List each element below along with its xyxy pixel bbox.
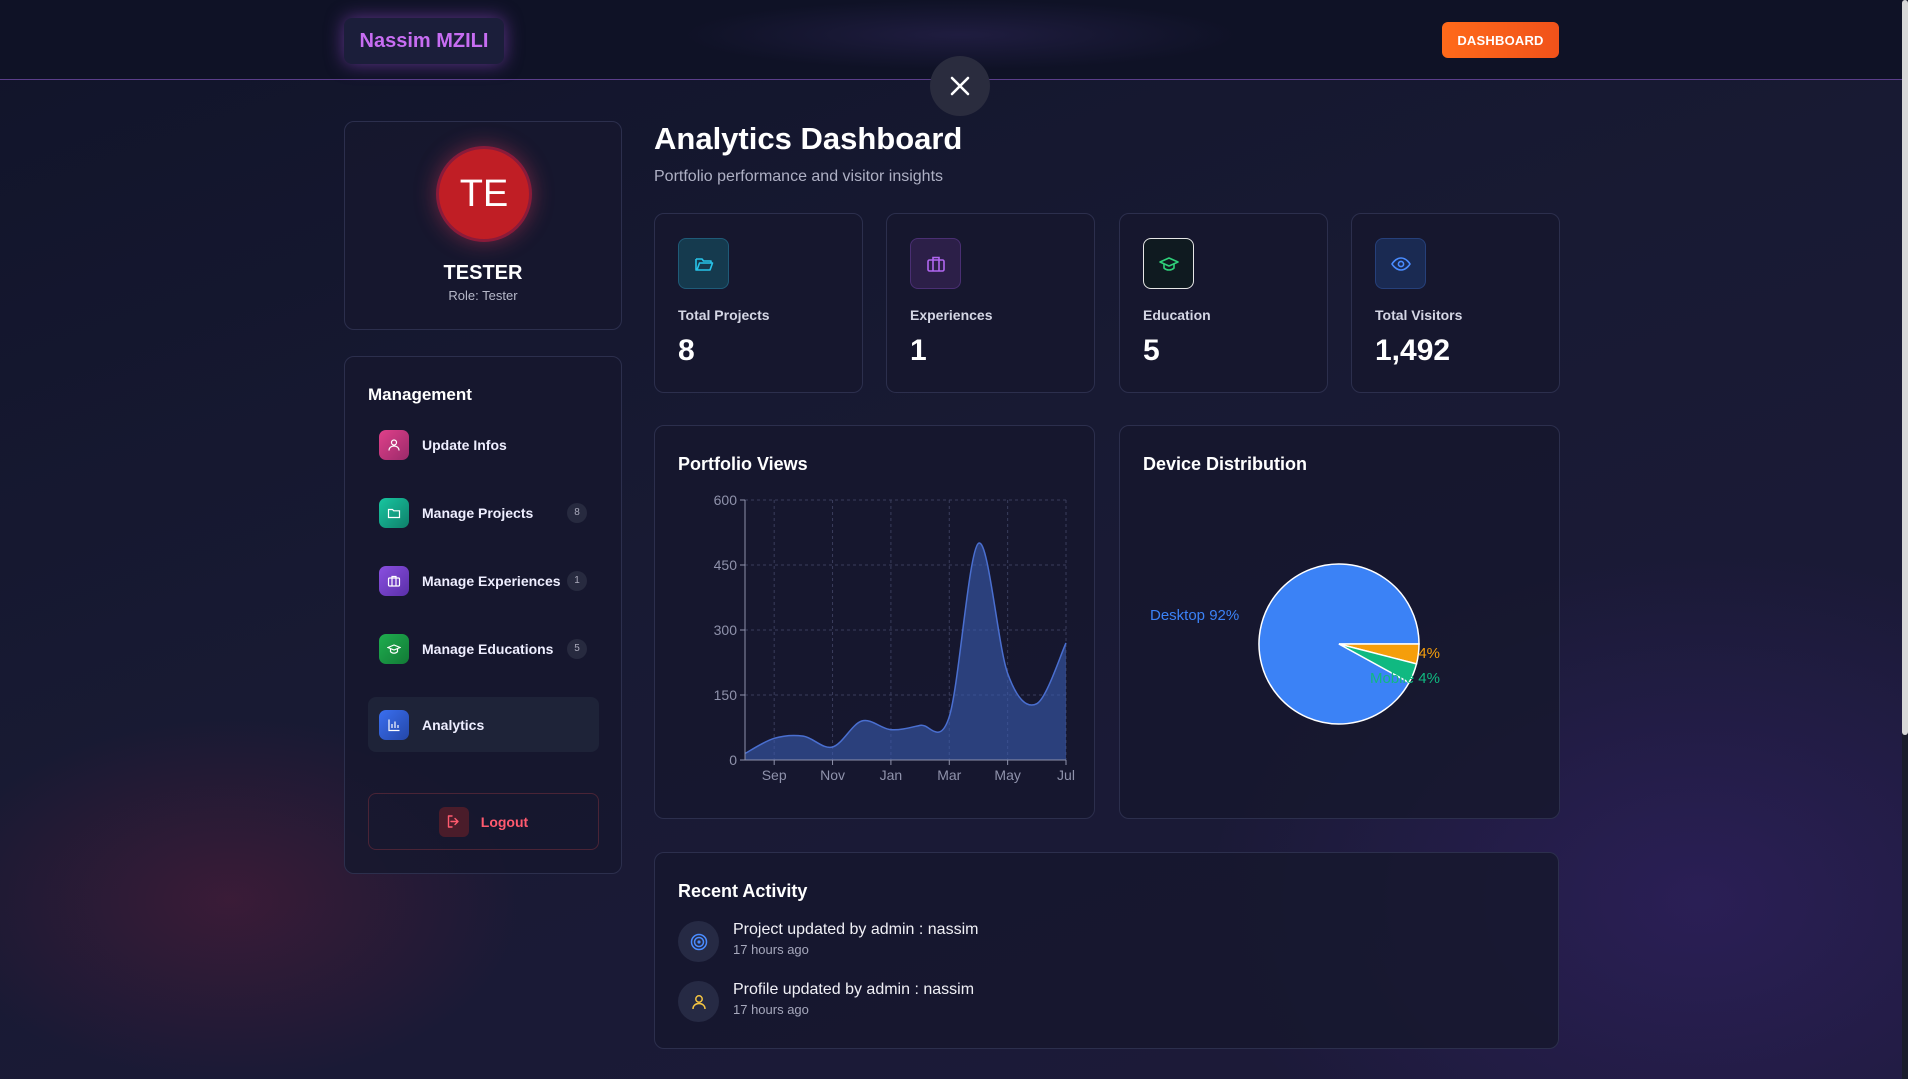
stat-card-experiences: Experiences 1 <box>886 213 1095 393</box>
folder-icon <box>379 497 409 528</box>
profile-name: TESTER <box>443 262 523 284</box>
x-tick-label: Sep <box>762 767 787 783</box>
x-tick-label: Jan <box>880 767 903 783</box>
page-title: Analytics Dashboard <box>654 121 963 156</box>
device-distribution-chart: Desktop 92%Tablet 4%Mobile 4% <box>1150 563 1440 725</box>
sidebar-item-label: Manage Experiences <box>422 572 561 589</box>
x-tick-label: Mar <box>937 767 961 783</box>
pie-label-mobile: Mobile 4% <box>1370 670 1440 687</box>
views-area <box>745 542 1066 760</box>
y-tick-label: 300 <box>714 622 738 638</box>
page-scrollbar[interactable] <box>1902 0 1908 1079</box>
y-tick-label: 150 <box>714 687 738 703</box>
count-badge: 5 <box>567 638 587 659</box>
close-icon <box>950 76 970 96</box>
device-distribution-card: Device Distribution Desktop 92% Tablet 4%… <box>1119 425 1560 819</box>
count-badge: 1 <box>567 570 587 591</box>
management-title: Management <box>368 385 472 404</box>
logout-button[interactable]: Logout <box>368 793 599 850</box>
stat-value: 1,492 <box>1375 334 1451 367</box>
sidebar-item-manage-projects[interactable]: Manage Projects 8 <box>368 485 599 540</box>
stat-value: 8 <box>678 334 695 367</box>
avatar: TE <box>436 146 532 242</box>
eye-icon <box>1375 238 1426 289</box>
stat-label: Total Visitors <box>1375 307 1463 323</box>
briefcase-icon <box>379 565 409 596</box>
bar-chart-icon <box>379 709 409 740</box>
x-tick-label: May <box>994 767 1020 783</box>
stat-card-total-projects: Total Projects 8 <box>654 213 863 393</box>
scrollbar-thumb[interactable] <box>1902 0 1908 735</box>
stat-value: 5 <box>1143 334 1160 367</box>
sidebar-item-manage-experiences[interactable]: Manage Experiences 1 <box>368 553 599 608</box>
y-tick-label: 0 <box>729 752 737 768</box>
stat-label: Experiences <box>910 307 993 323</box>
sidebar-item-analytics[interactable]: Analytics <box>368 697 599 752</box>
stat-card-total-visitors: Total Visitors 1,492 <box>1351 213 1560 393</box>
stat-value: 1 <box>910 334 927 367</box>
stat-label: Total Projects <box>678 307 770 323</box>
sidebar-item-label: Analytics <box>422 716 485 733</box>
count-badge: 8 <box>567 502 587 523</box>
pie-label-desktop: Desktop 92% <box>1150 607 1239 624</box>
management-panel: Management Update Infos Manage Projects … <box>344 356 622 874</box>
sidebar-item-manage-educations[interactable]: Manage Educations 5 <box>368 621 599 676</box>
sidebar-item-update-infos[interactable]: Update Infos <box>368 417 599 472</box>
profile-card: TE TESTER Role: Tester <box>344 121 622 330</box>
activity-time: 17 hours ago <box>733 942 809 957</box>
portfolio-views-card: Portfolio Views 0 150 300 450 600 Sep Nov Jan Ma… <box>654 425 1095 819</box>
x-tick-label: Nov <box>820 767 845 783</box>
page-subtitle: Portfolio performance and visitor insigh… <box>654 168 944 185</box>
activity-item: Profile updated by admin : nassim 17 hou… <box>678 981 1378 1027</box>
recent-activity-card: Recent Activity Project updated by admin… <box>654 852 1559 1049</box>
graduation-cap-icon <box>1143 238 1194 289</box>
graduation-cap-icon <box>379 633 409 664</box>
activity-text: Profile updated by admin : nassim <box>733 981 975 998</box>
sidebar-item-label: Manage Educations <box>422 640 554 657</box>
y-tick-label: 600 <box>714 492 738 508</box>
sidebar-item-label: Update Infos <box>422 436 507 453</box>
portfolio-views-chart: 0 150 300 450 600 Sep Nov Jan Mar May Jul <box>714 492 1075 783</box>
profile-role: Role: Tester <box>448 288 518 303</box>
activity-item: Project updated by admin : nassim 17 hou… <box>678 921 1378 967</box>
x-tick-label: Jul <box>1057 767 1075 783</box>
stat-card-education: Education 5 <box>1119 213 1328 393</box>
y-tick-label: 450 <box>714 557 738 573</box>
logout-label: Logout <box>480 813 529 830</box>
sidebar-item-label: Manage Projects <box>422 504 534 521</box>
logout-icon <box>438 806 469 837</box>
activity-time: 17 hours ago <box>733 1002 809 1017</box>
briefcase-icon <box>910 238 961 289</box>
dashboard-button[interactable]: DASHBOARD <box>1442 22 1559 58</box>
stat-label: Education <box>1143 307 1211 323</box>
user-icon <box>379 429 409 460</box>
target-icon <box>678 921 719 962</box>
brand-logo[interactable]: Nassim MZILI <box>344 18 504 64</box>
activity-text: Project updated by admin : nassim <box>733 921 979 938</box>
folder-open-icon <box>678 238 729 289</box>
activity-title: Recent Activity <box>678 881 808 901</box>
user-icon <box>678 981 719 1022</box>
close-button[interactable] <box>930 56 990 116</box>
